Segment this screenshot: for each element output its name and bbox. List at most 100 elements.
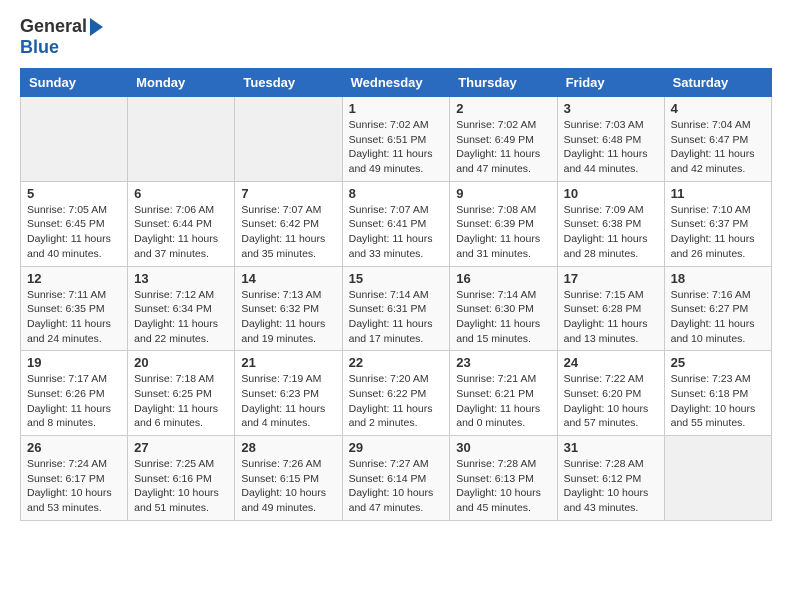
day-info: Sunrise: 7:15 AM Sunset: 6:28 PM Dayligh… xyxy=(564,288,658,347)
calendar-header-friday: Friday xyxy=(557,69,664,97)
day-info: Sunrise: 7:16 AM Sunset: 6:27 PM Dayligh… xyxy=(671,288,765,347)
calendar-cell: 5 Sunrise: 7:05 AM Sunset: 6:45 PM Daylig… xyxy=(21,181,128,266)
day-number: 16 xyxy=(456,271,550,286)
day-number: 25 xyxy=(671,355,765,370)
day-number: 10 xyxy=(564,186,658,201)
calendar-cell: 18 Sunrise: 7:16 AM Sunset: 6:27 PM Dayli… xyxy=(664,266,771,351)
calendar-cell: 8 Sunrise: 7:07 AM Sunset: 6:41 PM Daylig… xyxy=(342,181,450,266)
day-number: 29 xyxy=(349,440,444,455)
day-info: Sunrise: 7:10 AM Sunset: 6:37 PM Dayligh… xyxy=(671,203,765,262)
calendar-header-wednesday: Wednesday xyxy=(342,69,450,97)
day-info: Sunrise: 7:08 AM Sunset: 6:39 PM Dayligh… xyxy=(456,203,550,262)
day-number: 21 xyxy=(241,355,335,370)
day-info: Sunrise: 7:12 AM Sunset: 6:34 PM Dayligh… xyxy=(134,288,228,347)
calendar-cell: 10 Sunrise: 7:09 AM Sunset: 6:38 PM Dayli… xyxy=(557,181,664,266)
calendar-cell: 30 Sunrise: 7:28 AM Sunset: 6:13 PM Dayli… xyxy=(450,436,557,521)
logo: GeneralBlue xyxy=(20,16,103,58)
calendar-cell: 27Sunrise: 7:25 AM Sunset: 6:16 PM Dayli… xyxy=(128,436,235,521)
day-info: Sunrise: 7:18 AM Sunset: 6:25 PM Dayligh… xyxy=(134,372,228,431)
day-info: Sunrise: 7:28 AM Sunset: 6:12 PM Dayligh… xyxy=(564,457,658,516)
day-info: Sunrise: 7:14 AM Sunset: 6:30 PM Dayligh… xyxy=(456,288,550,347)
logo-arrow-icon xyxy=(90,18,103,36)
day-info: Sunrise: 7:11 AM Sunset: 6:35 PM Dayligh… xyxy=(27,288,121,347)
day-info: Sunrise: 7:22 AM Sunset: 6:20 PM Dayligh… xyxy=(564,372,658,431)
day-info: Sunrise: 7:09 AM Sunset: 6:38 PM Dayligh… xyxy=(564,203,658,262)
calendar-cell: 22Sunrise: 7:20 AM Sunset: 6:22 PM Dayli… xyxy=(342,351,450,436)
calendar-cell: 3 Sunrise: 7:03 AM Sunset: 6:48 PM Daylig… xyxy=(557,97,664,182)
day-info: Sunrise: 7:24 AM Sunset: 6:17 PM Dayligh… xyxy=(27,457,121,516)
calendar-cell: 19 Sunrise: 7:17 AM Sunset: 6:26 PM Dayli… xyxy=(21,351,128,436)
page: GeneralBlue SundayMondayTuesdayWednesday… xyxy=(0,0,792,612)
calendar-cell: 2 Sunrise: 7:02 AM Sunset: 6:49 PM Daylig… xyxy=(450,97,557,182)
calendar-cell: 14 Sunrise: 7:13 AM Sunset: 6:32 PM Dayli… xyxy=(235,266,342,351)
day-info: Sunrise: 7:23 AM Sunset: 6:18 PM Dayligh… xyxy=(671,372,765,431)
day-info: Sunrise: 7:19 AM Sunset: 6:23 PM Dayligh… xyxy=(241,372,335,431)
calendar-cell xyxy=(664,436,771,521)
day-number: 1 xyxy=(349,101,444,116)
calendar-header-tuesday: Tuesday xyxy=(235,69,342,97)
day-info: Sunrise: 7:27 AM Sunset: 6:14 PM Dayligh… xyxy=(349,457,444,516)
day-info: Sunrise: 7:28 AM Sunset: 6:13 PM Dayligh… xyxy=(456,457,550,516)
calendar-cell: 9 Sunrise: 7:08 AM Sunset: 6:39 PM Daylig… xyxy=(450,181,557,266)
day-number: 17 xyxy=(564,271,658,286)
calendar-header-sunday: Sunday xyxy=(21,69,128,97)
calendar-header-thursday: Thursday xyxy=(450,69,557,97)
calendar-cell: 1 Sunrise: 7:02 AM Sunset: 6:51 PM Daylig… xyxy=(342,97,450,182)
calendar-cell: 21 Sunrise: 7:19 AM Sunset: 6:23 PM Dayli… xyxy=(235,351,342,436)
calendar-week-row: 5 Sunrise: 7:05 AM Sunset: 6:45 PM Daylig… xyxy=(21,181,772,266)
day-number: 8 xyxy=(349,186,444,201)
day-number: 14 xyxy=(241,271,335,286)
day-number: 13 xyxy=(134,271,228,286)
calendar-cell xyxy=(128,97,235,182)
calendar-cell: 31 Sunrise: 7:28 AM Sunset: 6:12 PM Dayli… xyxy=(557,436,664,521)
logo-general: General xyxy=(20,16,87,37)
day-info: Sunrise: 7:02 AM Sunset: 6:51 PM Dayligh… xyxy=(349,118,444,177)
day-number: 5 xyxy=(27,186,121,201)
calendar-cell: 26 Sunrise: 7:24 AM Sunset: 6:17 PM Dayli… xyxy=(21,436,128,521)
calendar-cell: 4 Sunrise: 7:04 AM Sunset: 6:47 PM Daylig… xyxy=(664,97,771,182)
day-number: 27 xyxy=(134,440,228,455)
day-info: Sunrise: 7:26 AM Sunset: 6:15 PM Dayligh… xyxy=(241,457,335,516)
day-info: Sunrise: 7:04 AM Sunset: 6:47 PM Dayligh… xyxy=(671,118,765,177)
calendar-cell: 7Sunrise: 7:07 AM Sunset: 6:42 PM Daylig… xyxy=(235,181,342,266)
day-info: Sunrise: 7:06 AM Sunset: 6:44 PM Dayligh… xyxy=(134,203,228,262)
calendar-cell: 15Sunrise: 7:14 AM Sunset: 6:31 PM Dayli… xyxy=(342,266,450,351)
calendar-cell: 11 Sunrise: 7:10 AM Sunset: 6:37 PM Dayli… xyxy=(664,181,771,266)
day-number: 11 xyxy=(671,186,765,201)
day-info: Sunrise: 7:02 AM Sunset: 6:49 PM Dayligh… xyxy=(456,118,550,177)
day-info: Sunrise: 7:07 AM Sunset: 6:41 PM Dayligh… xyxy=(349,203,444,262)
calendar-cell: 24Sunrise: 7:22 AM Sunset: 6:20 PM Dayli… xyxy=(557,351,664,436)
day-info: Sunrise: 7:05 AM Sunset: 6:45 PM Dayligh… xyxy=(27,203,121,262)
header: GeneralBlue xyxy=(20,16,772,58)
calendar-cell: 28 Sunrise: 7:26 AM Sunset: 6:15 PM Dayli… xyxy=(235,436,342,521)
day-number: 26 xyxy=(27,440,121,455)
day-info: Sunrise: 7:03 AM Sunset: 6:48 PM Dayligh… xyxy=(564,118,658,177)
calendar-cell: 20 Sunrise: 7:18 AM Sunset: 6:25 PM Dayli… xyxy=(128,351,235,436)
day-info: Sunrise: 7:13 AM Sunset: 6:32 PM Dayligh… xyxy=(241,288,335,347)
day-number: 23 xyxy=(456,355,550,370)
day-number: 18 xyxy=(671,271,765,286)
calendar-week-row: 19 Sunrise: 7:17 AM Sunset: 6:26 PM Dayli… xyxy=(21,351,772,436)
calendar-cell xyxy=(21,97,128,182)
calendar-cell: 17 Sunrise: 7:15 AM Sunset: 6:28 PM Dayli… xyxy=(557,266,664,351)
calendar-week-row: 12 Sunrise: 7:11 AM Sunset: 6:35 PM Dayli… xyxy=(21,266,772,351)
day-number: 9 xyxy=(456,186,550,201)
day-number: 30 xyxy=(456,440,550,455)
day-info: Sunrise: 7:07 AM Sunset: 6:42 PM Dayligh… xyxy=(241,203,335,262)
day-number: 12 xyxy=(27,271,121,286)
day-number: 28 xyxy=(241,440,335,455)
day-number: 20 xyxy=(134,355,228,370)
calendar-header-monday: Monday xyxy=(128,69,235,97)
day-number: 4 xyxy=(671,101,765,116)
day-info: Sunrise: 7:17 AM Sunset: 6:26 PM Dayligh… xyxy=(27,372,121,431)
day-info: Sunrise: 7:21 AM Sunset: 6:21 PM Dayligh… xyxy=(456,372,550,431)
calendar-cell: 13 Sunrise: 7:12 AM Sunset: 6:34 PM Dayli… xyxy=(128,266,235,351)
calendar: SundayMondayTuesdayWednesdayThursdayFrid… xyxy=(20,68,772,521)
day-number: 3 xyxy=(564,101,658,116)
day-number: 2 xyxy=(456,101,550,116)
calendar-cell: 23 Sunrise: 7:21 AM Sunset: 6:21 PM Dayli… xyxy=(450,351,557,436)
day-number: 19 xyxy=(27,355,121,370)
day-number: 31 xyxy=(564,440,658,455)
calendar-cell: 16 Sunrise: 7:14 AM Sunset: 6:30 PM Dayli… xyxy=(450,266,557,351)
calendar-week-row: 26 Sunrise: 7:24 AM Sunset: 6:17 PM Dayli… xyxy=(21,436,772,521)
